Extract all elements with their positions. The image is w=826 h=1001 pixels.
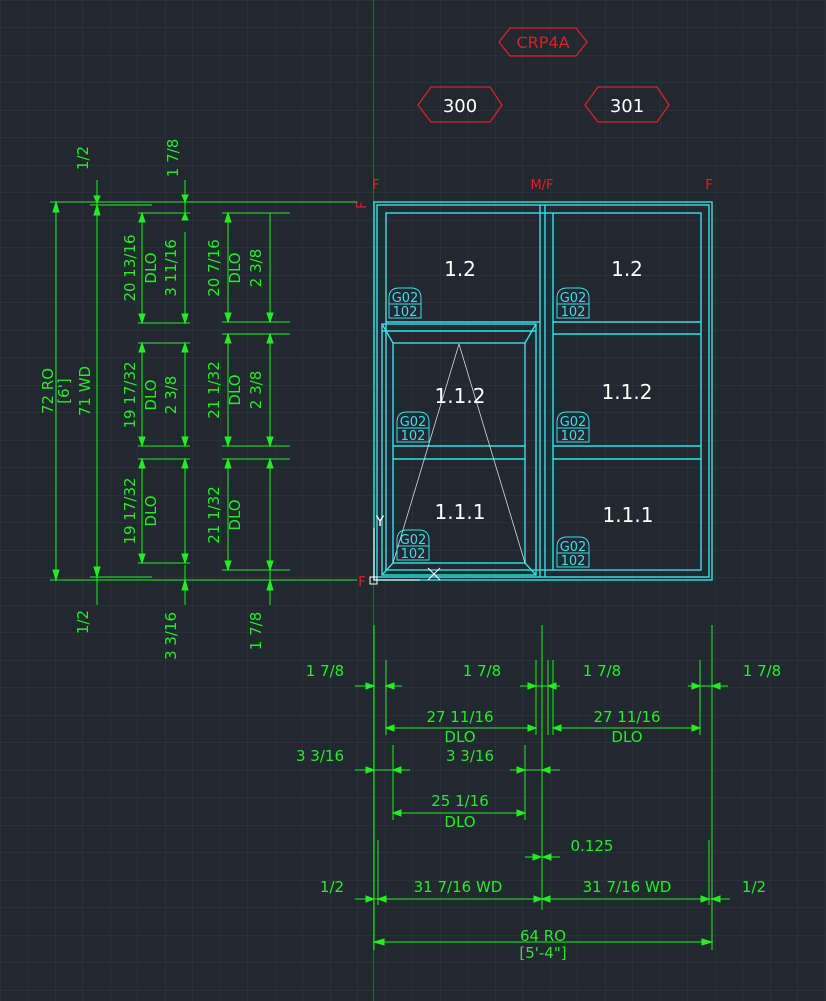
glass-badge-bottom: 102 — [561, 554, 586, 569]
dim-edge-left: 1/2 — [320, 878, 344, 896]
glass-badge-right-middle: G02102 — [556, 411, 590, 444]
dim-dlo-right: 27 11/16 — [593, 708, 660, 726]
dim-c2r1-dlo: DLO — [226, 252, 244, 283]
dim-unit-left: 31 7/16 WD — [414, 878, 503, 896]
dim-mullion-left: 1 7/8 — [463, 662, 501, 680]
glass-badge-left-upper: G02102 — [388, 287, 422, 320]
dim-edge-right: 1/2 — [742, 878, 766, 896]
dim-dlo-right-label: DLO — [611, 728, 642, 746]
panel-label-left-lower: 1.1.1 — [435, 500, 486, 524]
dim-unit-right: 31 7/16 WD — [583, 878, 672, 896]
dim-gap: 0.125 — [571, 837, 614, 855]
dim-c1r1-sub: 3 11/16 — [162, 239, 180, 297]
dim-sash-dlo-label: DLO — [444, 813, 475, 831]
dim-bottom-edge: 1/2 — [74, 610, 92, 634]
frame-mark-right: F — [705, 178, 712, 193]
panel-label-right-middle: 1.1.2 — [602, 380, 653, 404]
dim-c1r1-dlo: DLO — [142, 252, 160, 283]
dim-top-bar: 1 7/8 — [164, 139, 182, 177]
glass-badge-bottom: 102 — [401, 429, 426, 444]
panel-label-left-middle: 1.1.2 — [435, 384, 486, 408]
dim-right-jamb: 1 7/8 — [743, 662, 781, 680]
tag-300-label: 300 — [443, 96, 477, 117]
glass-badge-bottom: 102 — [401, 547, 426, 562]
frame-mark-center: M/F — [530, 178, 553, 193]
dim-overall-ft: [6'] — [55, 378, 73, 403]
glass-badge-left-middle: G02102 — [396, 411, 430, 444]
dim-c2r3: 21 1/32 — [205, 486, 223, 544]
glass-badge-bottom: 102 — [561, 429, 586, 444]
panel-label-left-upper: 1.2 — [444, 257, 476, 281]
dim-overall-width-ro: 64 RO — [520, 927, 566, 945]
glass-badge-right-lower: G02102 — [556, 536, 590, 569]
dim-c1r3-dlo: DLO — [142, 495, 160, 526]
dim-sash-mid: 3 3/16 — [446, 747, 494, 765]
glass-badge-top: G02 — [392, 291, 419, 306]
frame-mark-side-bottom: F — [358, 575, 365, 590]
frame-mark-left: F — [372, 178, 379, 193]
glass-badge-bottom: 102 — [561, 305, 586, 320]
glass-badge-bottom: 102 — [393, 305, 418, 320]
dim-bottom-right: 1 7/8 — [247, 612, 265, 650]
cad-drawing-canvas[interactable]: CRP4A 300 301 F M/F F F F 1.2 1.2 1.1.2 … — [0, 0, 826, 1001]
dim-dlo-left: 27 11/16 — [426, 708, 493, 726]
dim-c2r1: 20 7/16 — [205, 239, 223, 297]
tag-301-label: 301 — [610, 96, 644, 117]
tag-crp4a-label: CRP4A — [516, 33, 569, 52]
dim-mullion-right: 1 7/8 — [583, 662, 621, 680]
glass-badge-top: G02 — [400, 415, 427, 430]
dim-top-edge: 1/2 — [74, 146, 92, 170]
dim-c2r2: 21 1/32 — [205, 361, 223, 419]
glass-badge-top: G02 — [560, 291, 587, 306]
dim-c2r1-sub: 2 3/8 — [247, 249, 265, 287]
dim-sash-left: 3 3/16 — [296, 747, 344, 765]
dim-c1r3: 19 17/32 — [121, 477, 139, 544]
glass-badge-top: G02 — [400, 533, 427, 548]
dim-c1r2-sub: 2 3/8 — [162, 376, 180, 414]
dim-overall-width-ft: [5'-4"] — [519, 944, 566, 962]
dim-bottom-mid: 3 3/16 — [162, 612, 180, 660]
dim-c2r3-dlo: DLO — [226, 499, 244, 530]
glass-badge-top: G02 — [560, 415, 587, 430]
dim-overall-wd: 71 WD — [76, 366, 94, 416]
dim-c2r2-sub: 2 3/8 — [247, 371, 265, 409]
glass-badge-left-lower: G02102 — [396, 529, 430, 562]
glass-badge-top: G02 — [560, 540, 587, 555]
panel-label-right-lower: 1.1.1 — [603, 503, 654, 527]
frame-mark-side-top: F — [355, 201, 370, 208]
ucs-y-label: Y — [375, 514, 385, 530]
dim-sash-dlo: 25 1/16 — [431, 792, 489, 810]
panel-label-right-upper: 1.2 — [611, 257, 643, 281]
glass-badge-right-upper: G02102 — [556, 287, 590, 320]
dim-c2r2-dlo: DLO — [226, 374, 244, 405]
dim-c1r2: 19 17/32 — [121, 361, 139, 428]
dim-c1r2-dlo: DLO — [142, 379, 160, 410]
dim-c1r1: 20 13/16 — [121, 234, 139, 301]
dim-dlo-left-label: DLO — [444, 728, 475, 746]
dim-left-jamb: 1 7/8 — [306, 662, 344, 680]
